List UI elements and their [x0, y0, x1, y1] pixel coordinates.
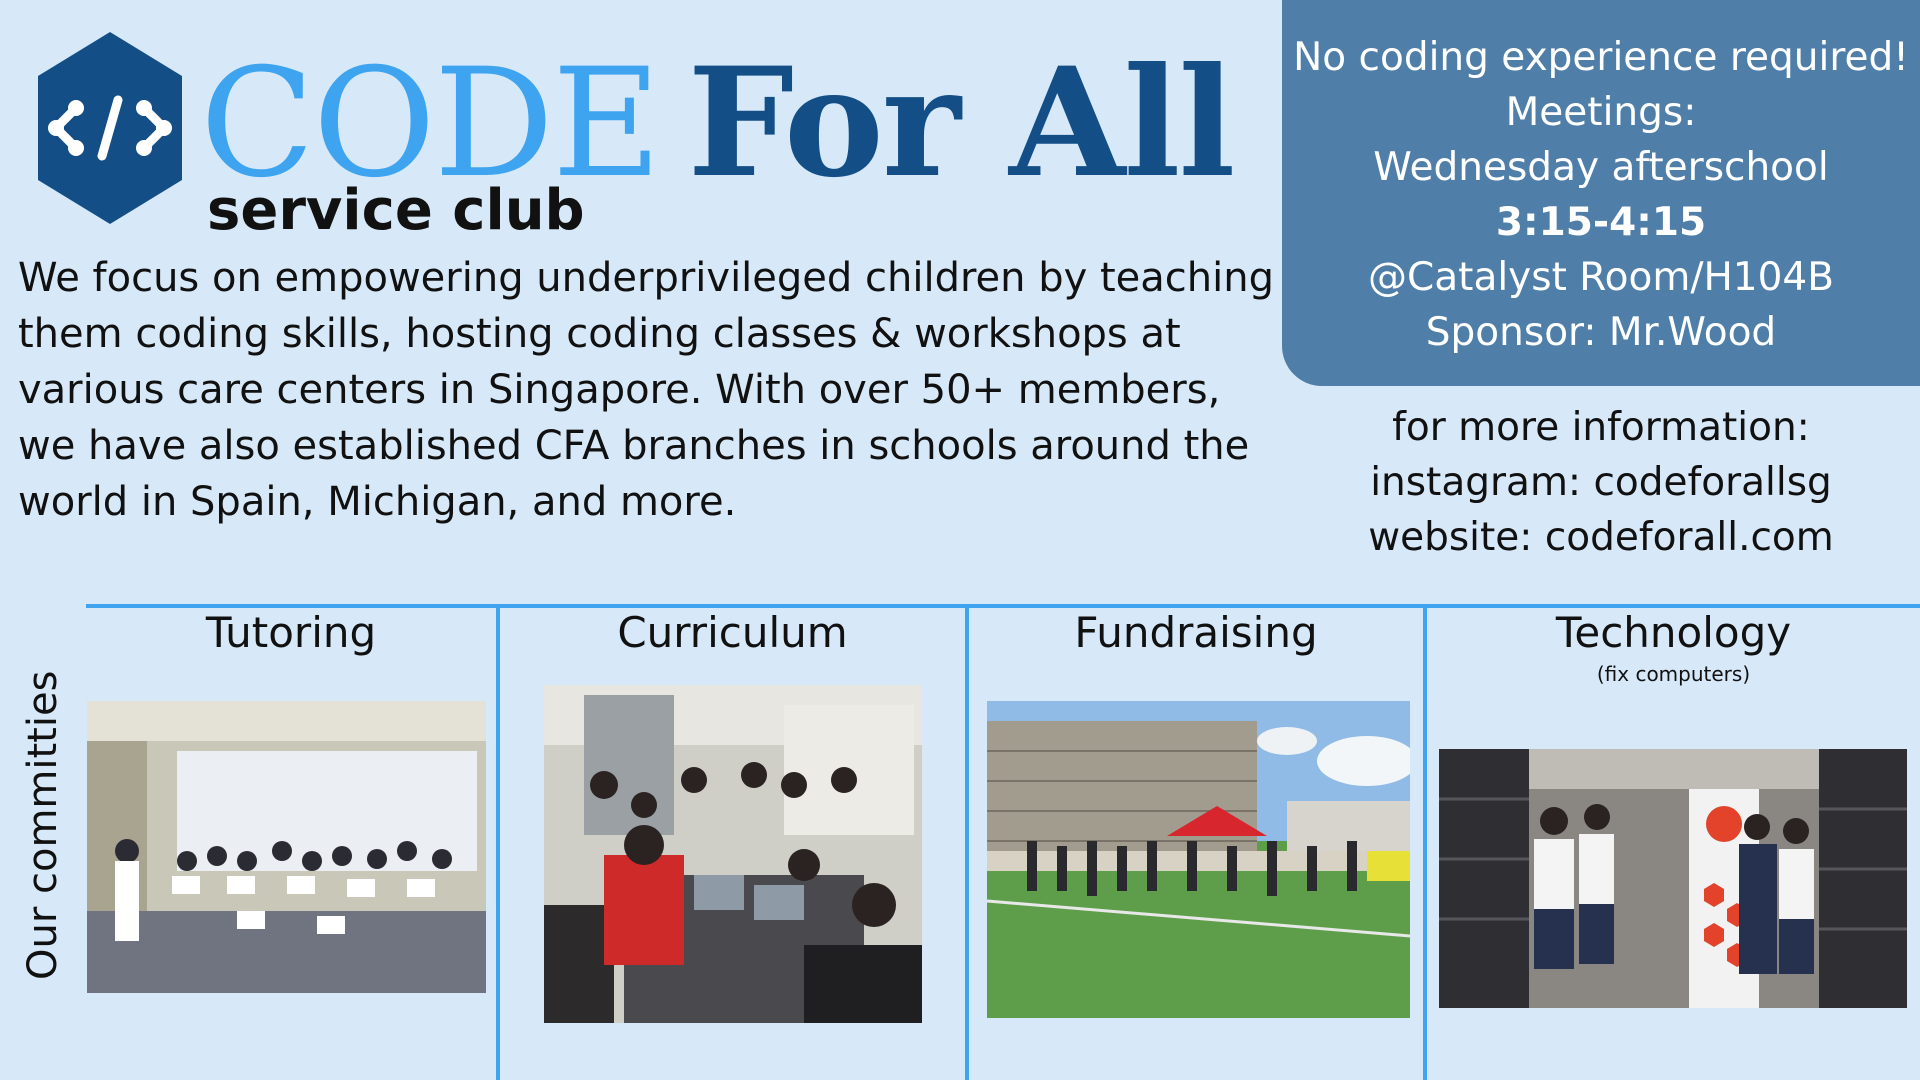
- info-meetings-label: Meetings:: [1505, 90, 1697, 135]
- info-meeting-room: @Catalyst Room/H104B: [1368, 255, 1834, 300]
- committee-technology-note: (fix computers): [1596, 662, 1751, 686]
- committee-fundraising-title: Fundraising: [1074, 608, 1318, 657]
- fundraising-photo: [987, 701, 1410, 1018]
- club-description: We focus on empowering underprivileged c…: [18, 255, 1274, 525]
- committees-label: Our committies: [20, 670, 66, 980]
- info-sponsor: Sponsor: Mr.Wood: [1425, 310, 1777, 355]
- committee-technology-title: Technology: [1555, 608, 1792, 657]
- meeting-info-box: No coding experience required! Meetings:…: [1282, 0, 1920, 386]
- club-subtitle: service club: [207, 178, 585, 243]
- logo-hexagon-icon: [38, 32, 182, 224]
- tutoring-photo: [87, 701, 486, 993]
- contact-website: website: codeforall.com: [1368, 515, 1834, 560]
- info-experience: No coding experience required!: [1293, 35, 1909, 80]
- info-meeting-time: 3:15-4:15: [1495, 200, 1707, 245]
- committee-tutoring-title: Tutoring: [205, 608, 377, 657]
- contact-instagram: instagram: codeforallsg: [1370, 460, 1832, 505]
- info-meeting-day: Wednesday afterschool: [1373, 145, 1829, 190]
- committee-curriculum-title: Curriculum: [617, 608, 848, 657]
- contact-heading: for more information:: [1392, 405, 1810, 450]
- club-title: CODE For All: [200, 48, 1235, 199]
- title-for-all: For All: [687, 35, 1236, 211]
- contact-info: for more information: instagram: codefor…: [1282, 400, 1920, 565]
- technology-photo: [1439, 749, 1907, 1008]
- committee-divider: [496, 604, 500, 1080]
- curriculum-photo: [544, 685, 922, 1023]
- committee-divider: [965, 604, 969, 1080]
